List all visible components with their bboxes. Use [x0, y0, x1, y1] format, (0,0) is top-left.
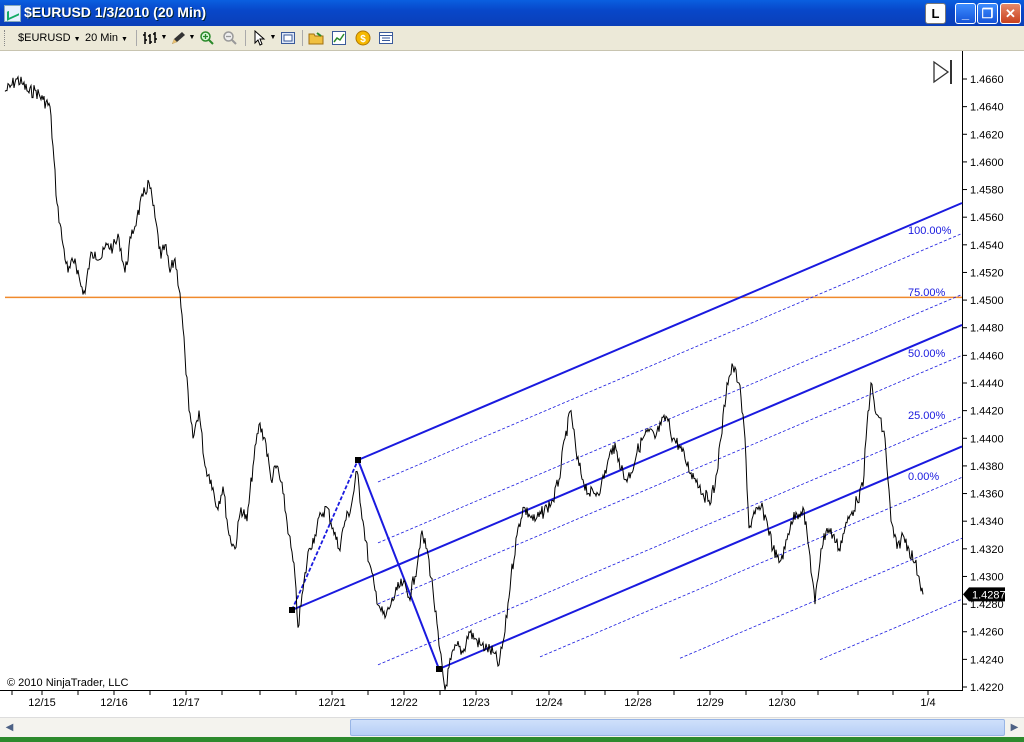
x-tick-label: 12/15 [28, 697, 56, 709]
y-tick-label: 1.4320 [970, 544, 1004, 556]
instrument-label: $EURUSD [18, 32, 71, 44]
fib-level-label: 50.00% [908, 348, 946, 360]
x-tick-label: 12/22 [390, 697, 418, 709]
minimize-button[interactable]: _ [955, 3, 976, 24]
window-titlebar: $EURUSD 1/3/2010 (20 Min) L _ ❐ ✕ [0, 0, 1024, 26]
y-tick-label: 1.4520 [970, 267, 1004, 279]
x-tick-label: 12/21 [318, 697, 346, 709]
y-tick-label: 1.4600 [970, 157, 1004, 169]
chevron-down-icon: ▼ [73, 36, 81, 43]
scroll-to-end-icon[interactable] [933, 60, 952, 84]
y-tick-label: 1.4500 [970, 295, 1004, 307]
y-tick-label: 1.4640 [970, 102, 1004, 114]
toolbar-divider [302, 30, 303, 46]
close-button[interactable]: ✕ [1000, 3, 1021, 24]
last-price-label: 1.4287 [972, 589, 1006, 601]
fib-anchor-dashed-connector [291, 459, 359, 611]
svg-text:$: $ [360, 34, 366, 45]
x-tick-label: 12/17 [172, 697, 200, 709]
y-tick-label: 1.4340 [970, 516, 1004, 528]
data-box-icon[interactable] [280, 30, 296, 46]
fib-anchor-point [355, 457, 361, 463]
interval-label: 20 Min [85, 32, 119, 44]
y-tick-label: 1.4480 [970, 323, 1004, 335]
interval-selector[interactable]: 20 Min ▼ [85, 29, 128, 47]
copyright-text: © 2010 NinjaTrader, LLC [7, 677, 128, 689]
y-tick-label: 1.4440 [970, 378, 1004, 390]
price-series-line [4, 75, 924, 690]
y-tick-label: 1.4660 [970, 74, 1004, 86]
fib-anchor-point [436, 666, 442, 672]
y-tick-label: 1.4220 [970, 682, 1004, 694]
toolbar-divider [136, 30, 137, 46]
folder-icon[interactable] [308, 30, 324, 46]
fib-channel-dashed-line [377, 415, 963, 666]
y-tick-label: 1.4540 [970, 240, 1004, 252]
x-tick-label: 12/29 [696, 697, 724, 709]
x-tick-label: 12/24 [535, 697, 563, 709]
y-tick-label: 1.4260 [970, 627, 1004, 639]
fib-channel-dashed-line [819, 598, 963, 661]
horizontal-scrollbar[interactable]: ◀ ▶ [0, 717, 1024, 737]
fib-level-label: 25.00% [908, 410, 946, 422]
chevron-down-icon[interactable]: ▼ [265, 30, 281, 46]
fib-channel-dashed-line [539, 476, 963, 658]
maximize-button[interactable]: ❐ [977, 3, 998, 24]
y-tick-label: 1.4620 [970, 129, 1004, 141]
y-tick-label: 1.4400 [970, 433, 1004, 445]
y-tick-label: 1.4380 [970, 461, 1004, 473]
chart-panel[interactable]: 1.4660 1.4640 1.4620 1.4600 1.4580 1.4560 1.45… [0, 51, 1024, 716]
chevron-down-icon: ▼ [121, 36, 128, 43]
indicators-icon[interactable] [331, 30, 347, 46]
y-tick-label: 1.4300 [970, 571, 1004, 583]
y-tick-label: 1.4360 [970, 489, 1004, 501]
app-chart-icon [4, 5, 21, 22]
fib-level-label: 0.00% [908, 471, 939, 483]
fib-level-label: 100.00% [908, 225, 952, 237]
fib-channel-mid-rail [291, 323, 963, 611]
strategies-icon[interactable]: $ [355, 30, 371, 46]
y-tick-label: 1.4420 [970, 406, 1004, 418]
y-tick-label: 1.4580 [970, 185, 1004, 197]
scrollbar-thumb[interactable] [350, 719, 1005, 736]
fib-channel-dashed-line [377, 294, 963, 544]
fib-channel-dashed-line [679, 537, 963, 659]
fib-channel-dashed-line [377, 355, 963, 605]
y-tick-label: 1.4460 [970, 350, 1004, 362]
window-title: $EURUSD 1/3/2010 (20 Min) [24, 4, 207, 20]
y-tick-label: 1.4560 [970, 212, 1004, 224]
link-button[interactable]: L [925, 3, 946, 24]
scroll-left-arrow-icon[interactable]: ◀ [2, 720, 17, 735]
chart-toolbar: $EURUSD ▼ 20 Min ▼ ▼ ▼ ▼ $ [0, 26, 1024, 51]
fib-channel-bottom-rail [438, 445, 963, 670]
toolbar-divider [245, 30, 246, 46]
x-tick-label: 12/30 [768, 697, 796, 709]
fib-channel-dashed-line [377, 233, 963, 483]
x-tick-label: 1/4 [920, 697, 935, 709]
window-bottom-edge [0, 737, 1024, 742]
toolbar-grip[interactable] [4, 30, 8, 46]
x-tick-label: 12/16 [100, 697, 128, 709]
instrument-selector[interactable]: $EURUSD ▼ [18, 29, 81, 47]
chevron-down-icon[interactable]: ▼ [184, 30, 200, 46]
y-tick-label: 1.4240 [970, 654, 1004, 666]
fib-anchor-point [289, 607, 295, 613]
x-tick-label: 12/23 [462, 697, 490, 709]
properties-icon[interactable] [378, 30, 394, 46]
x-tick-label: 12/28 [624, 697, 652, 709]
fib-level-label: 75.00% [908, 287, 946, 299]
price-chart[interactable]: 1.4660 1.4640 1.4620 1.4600 1.4580 1.4560 1.45… [0, 51, 1024, 716]
scroll-right-arrow-icon[interactable]: ▶ [1007, 720, 1022, 735]
zoom-in-icon[interactable] [199, 30, 215, 46]
zoom-out-icon[interactable] [222, 30, 238, 46]
